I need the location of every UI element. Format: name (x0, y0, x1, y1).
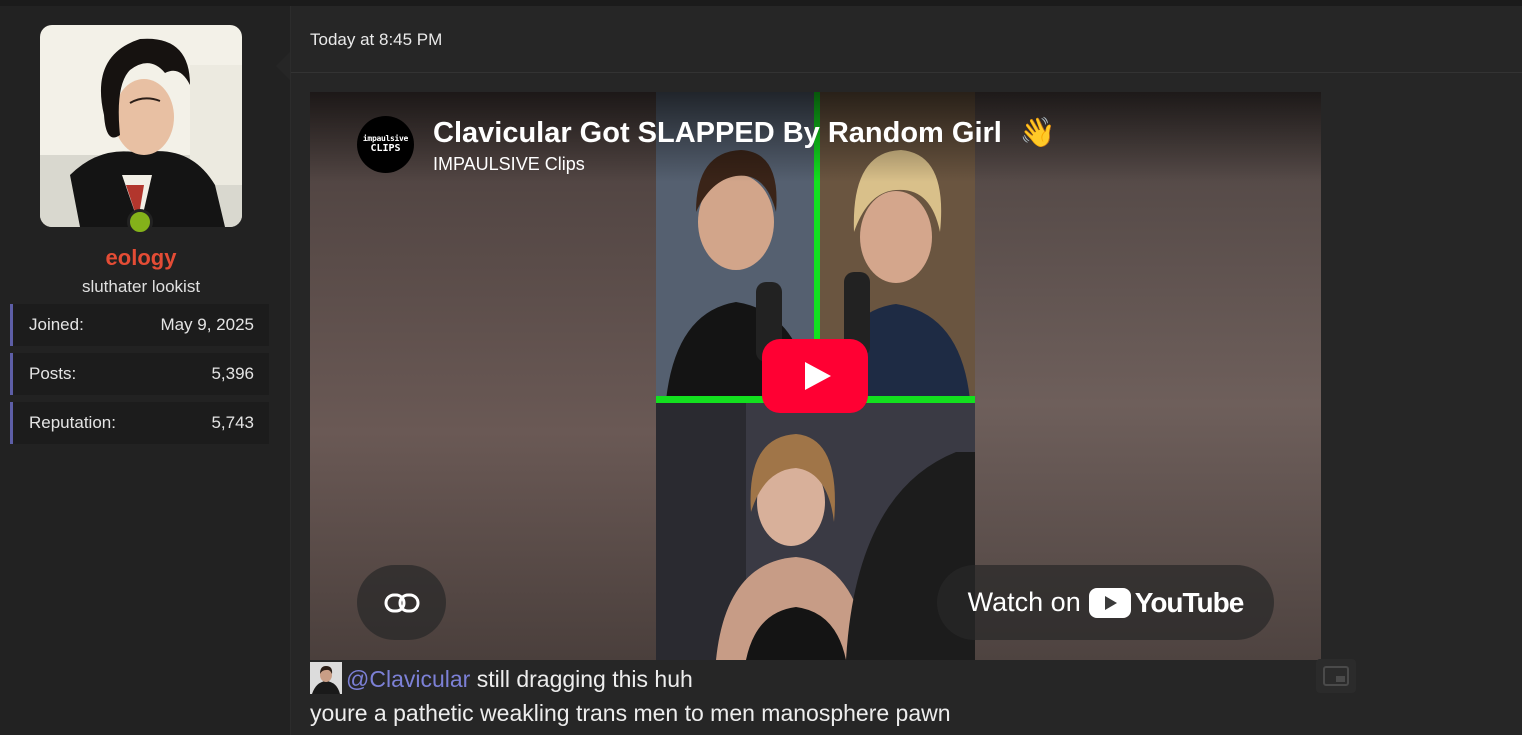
message-pointer-arrow (276, 52, 290, 80)
stat-label: Joined: (29, 315, 84, 334)
stat-value[interactable]: 5,396 (211, 364, 254, 384)
stat-value[interactable]: 5,743 (211, 413, 254, 433)
miniplayer-button[interactable] (1316, 659, 1356, 693)
youtube-logo: YouTube (1088, 586, 1245, 619)
youtube-wordmark: YouTube (1134, 586, 1245, 618)
post-body: Today at 8:45 PM impaulsive CLIPS Clavic… (291, 6, 1522, 735)
message-line-1: @Clavicular still dragging this huh (310, 666, 693, 693)
youtube-logo-icon (1088, 587, 1131, 618)
stat-posts: Posts: 5,396 (10, 353, 269, 395)
video-title: Clavicular Got SLAPPED By Random Girl (433, 117, 1002, 149)
play-icon (804, 362, 831, 390)
video-title-link[interactable]: Clavicular Got SLAPPED By Random Girl 👋 (433, 116, 1056, 150)
stat-label: Posts: (29, 364, 77, 383)
waving-hand-emoji: 👋 (1019, 117, 1057, 149)
watch-on-youtube-button[interactable]: Watch on YouTube (937, 565, 1274, 640)
stat-joined: Joined: May 9, 2025 (10, 304, 269, 346)
channel-name-link[interactable]: IMPAULSIVE Clips (433, 154, 585, 175)
copy-link-button[interactable] (357, 565, 446, 640)
message-text: still dragging this huh (476, 666, 693, 692)
avatar[interactable] (40, 25, 242, 227)
youtube-embed[interactable]: impaulsive CLIPS Clavicular Got SLAPPED … (310, 92, 1321, 660)
channel-logo-text: impaulsive (362, 134, 409, 143)
stat-value: May 9, 2025 (160, 315, 254, 334)
link-icon (384, 593, 419, 612)
play-button[interactable] (762, 339, 868, 413)
picture-in-picture-icon (1323, 666, 1349, 686)
watch-on-label: Watch on (967, 587, 1081, 617)
message-line-2: youre a pathetic weakling trans men to m… (310, 700, 951, 726)
online-status-indicator (127, 209, 153, 235)
post-timestamp[interactable]: Today at 8:45 PM (310, 30, 442, 50)
user-sidebar: eology sluthater lookist Joined: May 9, … (0, 6, 290, 735)
stat-label: Reputation: (29, 413, 116, 432)
user-mention-link[interactable]: @Clavicular (346, 666, 470, 692)
post-header-divider (291, 72, 1522, 73)
channel-logo-subtext: CLIPS (370, 143, 401, 154)
user-title: sluthater lookist (81, 277, 201, 296)
stat-reputation: Reputation: 5,743 (10, 402, 269, 444)
username-link[interactable]: eology (0, 245, 282, 271)
channel-avatar[interactable]: impaulsive CLIPS (357, 116, 414, 173)
